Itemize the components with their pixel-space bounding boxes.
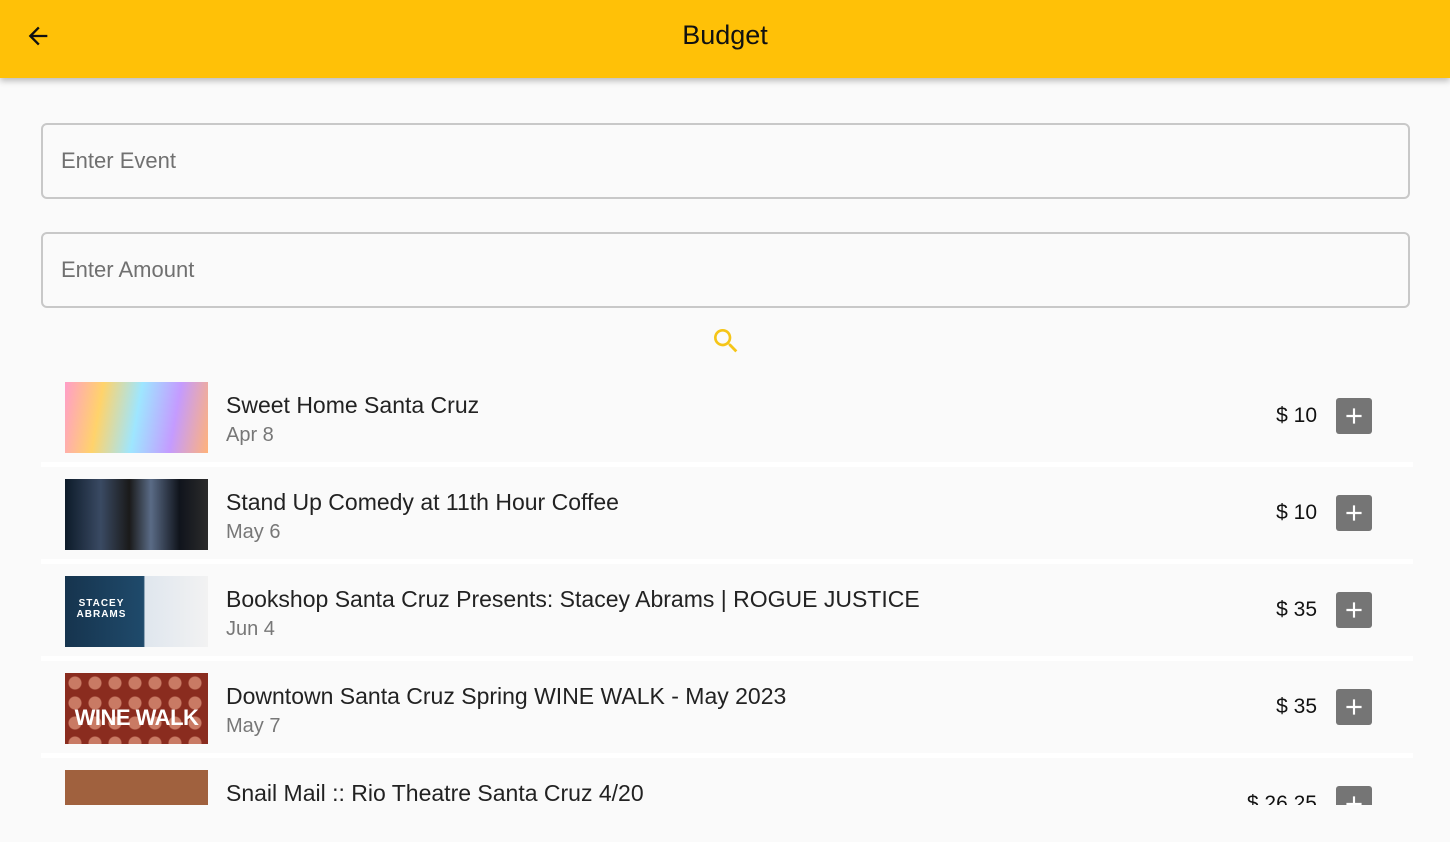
plus-icon [1346,796,1362,805]
plus-icon [1346,602,1362,618]
event-thumbnail: STACEY ABRAMS [65,576,208,647]
event-thumbnail [65,382,208,453]
event-input[interactable] [43,125,1408,197]
list-item: Sweet Home Santa Cruz Apr 8 $ 10 [41,370,1413,467]
list-item: WINE WALK Downtown Santa Cruz Spring WIN… [41,661,1413,758]
event-date: May 6 [226,521,281,543]
add-button[interactable] [1336,398,1372,434]
event-price: $ 35 [1276,695,1317,718]
event-thumbnail: WINE WALK [65,673,208,744]
event-date: Jun 4 [226,618,275,640]
search-icon [714,329,738,353]
event-date: Apr 8 [226,424,274,446]
plus-icon [1346,699,1362,715]
plus-icon [1346,505,1362,521]
event-price: $ 10 [1276,404,1317,427]
amount-input[interactable] [43,234,1408,306]
event-field[interactable] [41,123,1410,199]
event-price: $ 10 [1276,501,1317,524]
event-price: $ 35 [1276,598,1317,621]
event-thumbnail [65,479,208,550]
amount-field[interactable] [41,232,1410,308]
search-button[interactable] [708,323,744,359]
add-button[interactable] [1336,495,1372,531]
event-price: $ 26.25 [1246,792,1317,805]
thumbnail-text: STACEY ABRAMS [76,598,127,620]
list-item: Snail Mail :: Rio Theatre Santa Cruz 4/2… [41,758,1413,805]
thumbnail-text: WINE WALK [74,705,199,730]
app-bar: Budget [0,0,1450,78]
event-title: Snail Mail :: Rio Theatre Santa Cruz 4/2… [226,780,644,805]
event-title: Bookshop Santa Cruz Presents: Stacey Abr… [226,586,920,612]
plus-icon [1346,408,1362,424]
event-list: Sweet Home Santa Cruz Apr 8 $ 10 Stand U… [41,370,1413,805]
list-item: STACEY ABRAMS Bookshop Santa Cruz Presen… [41,564,1413,661]
event-date: May 7 [226,715,281,737]
add-button[interactable] [1336,689,1372,725]
add-button[interactable] [1336,786,1372,805]
page-title: Budget [682,20,768,50]
add-button[interactable] [1336,592,1372,628]
event-title: Sweet Home Santa Cruz [226,392,480,418]
list-item: Stand Up Comedy at 11th Hour Coffee May … [41,467,1413,564]
event-title: Downtown Santa Cruz Spring WINE WALK - M… [226,683,787,709]
event-title: Stand Up Comedy at 11th Hour Coffee [226,489,619,515]
event-thumbnail [65,770,208,805]
